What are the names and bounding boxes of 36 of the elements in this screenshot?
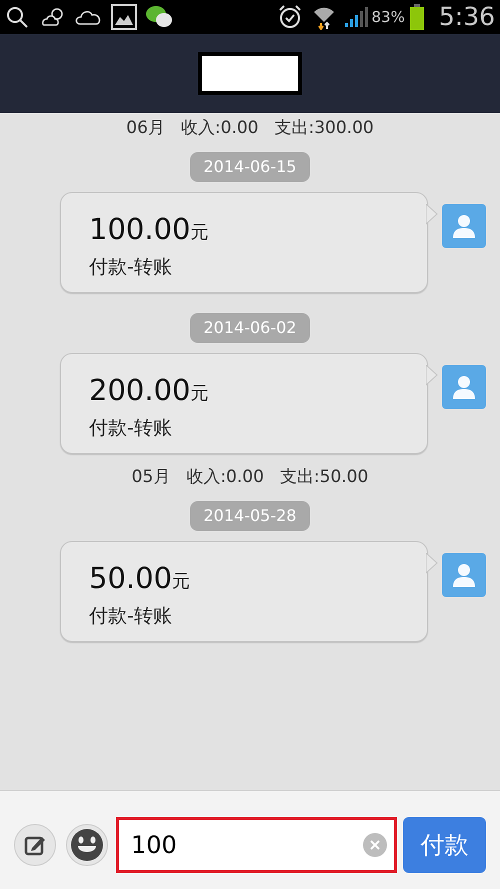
alarm-icon xyxy=(278,4,302,30)
transaction-note: 付款-转账 xyxy=(89,604,173,629)
currency-unit: 元 xyxy=(190,221,208,245)
amount-input-field[interactable]: 100 xyxy=(116,817,397,873)
avatar-icon[interactable] xyxy=(442,553,486,597)
amount-text: 100.00 xyxy=(89,211,190,247)
date-chip: 2014-05-28 xyxy=(190,501,310,531)
expense-summary: 支出:50.00 xyxy=(280,466,368,490)
currency-unit: 元 xyxy=(190,382,208,406)
clock-time: 5:36 xyxy=(438,1,495,34)
search-icon xyxy=(5,5,29,29)
expense-summary: 支出:300.00 xyxy=(274,117,374,140)
smiley-icon xyxy=(70,828,104,862)
pay-button[interactable]: 付款 xyxy=(403,817,486,873)
date-chip: 2014-06-15 xyxy=(190,152,310,182)
month-label: 06月 xyxy=(126,117,165,140)
date-chip: 2014-06-02 xyxy=(190,313,310,343)
amount-text: 200.00 xyxy=(89,372,190,408)
edit-button[interactable] xyxy=(14,824,56,866)
amount-text: 50.00 xyxy=(89,560,172,596)
battery-icon xyxy=(408,4,425,30)
emoji-button[interactable] xyxy=(66,824,108,866)
avatar-icon[interactable] xyxy=(442,365,486,409)
transaction-note: 付款-转账 xyxy=(89,416,173,441)
income-summary: 收入:0.00 xyxy=(186,466,264,490)
signal-icon xyxy=(344,6,368,28)
image-icon xyxy=(111,4,137,30)
chat-bubbles-icon xyxy=(145,5,173,29)
battery-percent: 83% xyxy=(372,6,405,28)
income-summary: 收入:0.00 xyxy=(180,117,258,140)
currency-unit: 元 xyxy=(172,570,190,594)
edit-icon xyxy=(24,834,46,856)
transaction-note: 付款-转账 xyxy=(89,255,173,280)
avatar-icon[interactable] xyxy=(442,204,486,248)
month-label: 05月 xyxy=(132,466,170,490)
clear-icon[interactable] xyxy=(362,832,388,858)
